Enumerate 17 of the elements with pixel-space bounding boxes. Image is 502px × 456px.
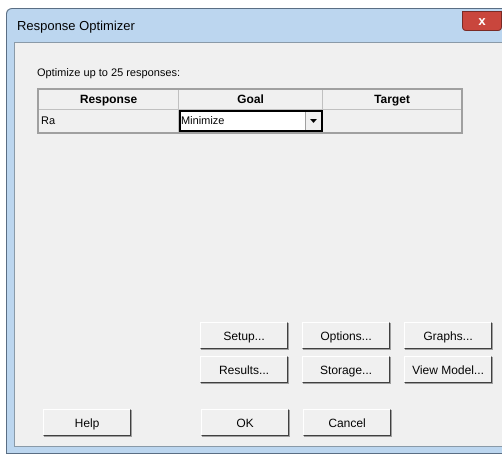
- close-button[interactable]: x: [462, 10, 502, 30]
- column-header: Response: [39, 90, 179, 108]
- dialog-button[interactable]: Results...: [200, 356, 288, 383]
- dialog-button[interactable]: Cancel: [303, 409, 391, 436]
- window-title: Response Optimizer: [17, 16, 135, 35]
- dialog-button[interactable]: Options...: [302, 322, 390, 349]
- dialog-button[interactable]: Graphs...: [404, 322, 492, 349]
- dialog-button[interactable]: OK: [201, 409, 289, 436]
- column-header: Target: [373, 90, 411, 108]
- dialog-button[interactable]: Setup...: [200, 322, 288, 349]
- dialog-button[interactable]: Help: [43, 409, 131, 436]
- prompt-label: Optimize up to 25 responses:: [37, 66, 182, 81]
- goal-dropdown[interactable]: Minimize: [179, 110, 323, 132]
- dialog-button[interactable]: Storage...: [302, 356, 390, 383]
- dropdown-arrow-icon: [310, 118, 317, 122]
- column-header: Goal: [179, 90, 323, 108]
- dialog-button[interactable]: View Model...: [404, 356, 492, 383]
